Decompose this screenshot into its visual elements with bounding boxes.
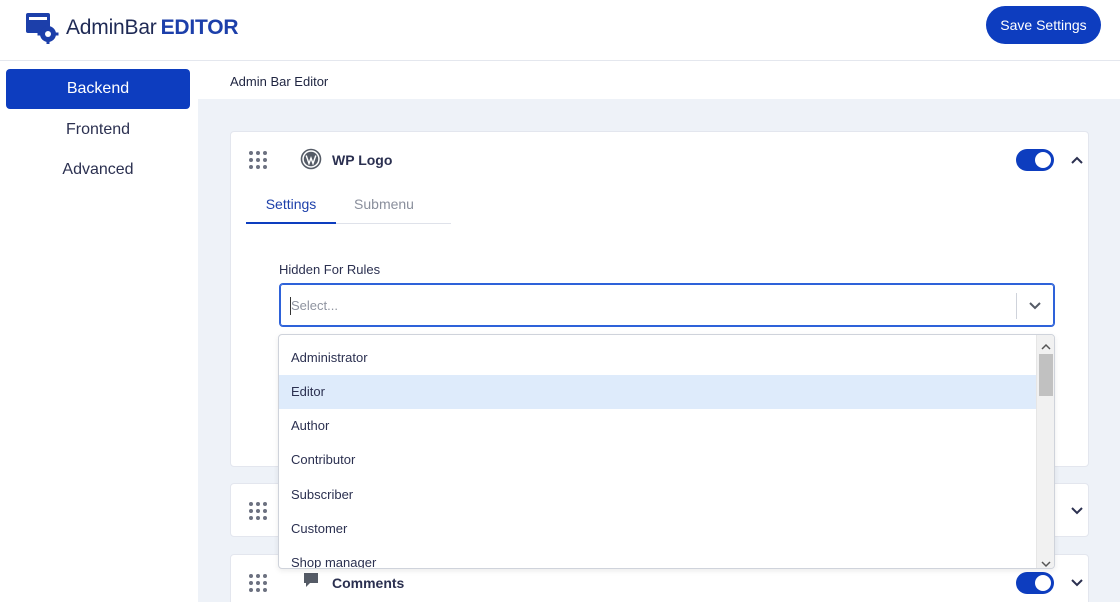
drag-handle-icon[interactable]: [248, 150, 270, 170]
hidden-for-rules-label: Hidden For Rules: [279, 262, 381, 277]
sidebar-item-backend[interactable]: Backend: [6, 69, 190, 109]
breadcrumb: Admin Bar Editor: [230, 74, 329, 89]
wordpress-icon: [300, 148, 322, 170]
tab-settings[interactable]: Settings: [246, 184, 336, 224]
logo-text-editor: EDITOR: [160, 16, 239, 39]
chevron-down-icon[interactable]: [1070, 576, 1084, 590]
chevron-down-icon[interactable]: [1070, 504, 1084, 518]
dropdown-option[interactable]: Contributor: [279, 443, 1037, 477]
drag-handle-icon[interactable]: [248, 573, 270, 593]
save-settings-button[interactable]: Save Settings: [986, 6, 1101, 44]
logo-text: AdminBar EDITOR: [66, 16, 239, 40]
comment-icon: [303, 572, 325, 594]
sidebar: Backend Frontend Advanced: [0, 61, 198, 602]
dropdown-option[interactable]: Editor: [279, 375, 1037, 409]
breadcrumb-bar: Admin Bar Editor: [198, 61, 1120, 99]
item-title: WP Logo: [332, 152, 393, 168]
sidebar-item-advanced[interactable]: Advanced: [6, 150, 190, 190]
dropdown-option[interactable]: Author: [279, 409, 1037, 443]
roles-dropdown-menu: Administrator Editor Author Contributor …: [278, 334, 1055, 569]
app-header: AdminBar EDITOR Save Settings: [0, 0, 1120, 61]
chevron-up-icon[interactable]: [1070, 153, 1084, 167]
enable-toggle[interactable]: [1016, 572, 1054, 594]
select-placeholder: Select...: [291, 298, 338, 313]
dropdown-option[interactable]: Shop manager: [279, 546, 1037, 568]
chevron-down-icon[interactable]: [1028, 299, 1042, 313]
item-tabs: Settings Submenu: [246, 184, 451, 224]
dropdown-option[interactable]: Customer: [279, 512, 1037, 546]
dropdown-option[interactable]: Administrator: [279, 341, 1037, 375]
drag-handle-icon[interactable]: [248, 501, 270, 521]
select-separator: [1016, 293, 1017, 319]
sidebar-item-frontend[interactable]: Frontend: [6, 110, 190, 150]
logo-text-adminbar: AdminBar: [66, 16, 157, 39]
logo-icon: [25, 12, 59, 45]
app-logo: AdminBar EDITOR: [25, 12, 239, 45]
tab-submenu[interactable]: Submenu: [344, 184, 424, 224]
scroll-down-icon[interactable]: [1041, 556, 1051, 568]
enable-toggle[interactable]: [1016, 149, 1054, 171]
dropdown-scrollbar[interactable]: [1036, 335, 1054, 568]
scroll-up-icon[interactable]: [1041, 339, 1051, 350]
dropdown-option[interactable]: Subscriber: [279, 478, 1037, 512]
hidden-for-rules-select[interactable]: Select...: [279, 283, 1055, 327]
scrollbar-thumb[interactable]: [1039, 354, 1053, 396]
item-title: Comments: [332, 575, 405, 591]
